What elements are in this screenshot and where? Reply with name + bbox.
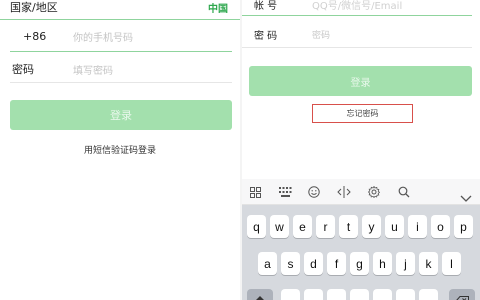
password-input[interactable]: 填写密码 <box>73 62 113 77</box>
password-label-2: 密 码 <box>254 30 278 42</box>
password-underline-2 <box>242 47 472 48</box>
key-y[interactable]: y <box>362 215 381 238</box>
region-value: 中国 <box>208 3 228 15</box>
emoji-icon[interactable] <box>306 184 322 200</box>
password-field-2[interactable]: 密 码 密码 <box>242 24 480 44</box>
key-w[interactable]: w <box>270 215 289 238</box>
key-s[interactable]: s <box>281 252 300 275</box>
key-row3-2[interactable] <box>304 289 323 300</box>
shift-icon <box>255 294 265 300</box>
key-o[interactable]: o <box>431 215 450 238</box>
keyboard-icon[interactable] <box>277 184 293 200</box>
password-label: 密码 <box>12 63 34 76</box>
key-e[interactable]: e <box>293 215 312 238</box>
key-row3-1[interactable] <box>281 289 300 300</box>
key-t[interactable]: t <box>339 215 358 238</box>
login-button[interactable]: 登录 <box>10 100 232 130</box>
collapse-icon[interactable] <box>460 188 472 202</box>
phone-input[interactable]: 你的手机号码 <box>73 29 133 44</box>
key-j[interactable]: j <box>396 252 415 275</box>
sms-login-link[interactable]: 用短信验证码登录 <box>0 143 240 156</box>
key-u[interactable]: u <box>385 215 404 238</box>
region-selector[interactable]: 国家/地区 中国 <box>0 0 240 18</box>
forgot-password-link[interactable]: 忘记密码 <box>312 104 413 123</box>
key-row3-3[interactable] <box>327 289 346 300</box>
password-input-2[interactable]: 密码 <box>312 28 330 41</box>
key-d[interactable]: d <box>304 252 323 275</box>
key-p[interactable]: p <box>454 215 473 238</box>
phone-field[interactable]: +86 你的手机号码 <box>0 25 240 47</box>
backspace-key[interactable] <box>449 289 475 300</box>
key-row3-7[interactable] <box>419 289 438 300</box>
key-row3-4[interactable] <box>350 289 369 300</box>
search-icon[interactable] <box>396 184 412 200</box>
account-login-panel: 帐 号 QQ号/微信号/Email 密 码 密码 登录 忘记密码 q w e r… <box>242 0 480 300</box>
account-label: 帐 号 <box>254 0 278 12</box>
key-h[interactable]: h <box>373 252 392 275</box>
region-divider <box>0 19 240 20</box>
cursor-icon[interactable] <box>336 184 352 200</box>
login-button-2[interactable]: 登录 <box>249 66 472 96</box>
account-underline <box>242 15 472 16</box>
phone-login-panel: 国家/地区 中国 +86 你的手机号码 密码 填写密码 登录 用短信验证码登录 <box>0 0 240 300</box>
keyboard-toolbar <box>242 179 480 205</box>
key-q[interactable]: q <box>247 215 266 238</box>
key-i[interactable]: i <box>408 215 427 238</box>
phone-underline <box>10 51 232 52</box>
gear-icon[interactable] <box>366 184 382 200</box>
key-row3-6[interactable] <box>396 289 415 300</box>
key-row3-5[interactable] <box>373 289 392 300</box>
shift-key[interactable] <box>247 289 273 300</box>
account-input[interactable]: QQ号/微信号/Email <box>312 0 402 12</box>
country-code[interactable]: +86 <box>23 30 46 43</box>
keyboard: q w e r t y u i o p a s d f g h j k l <box>242 179 480 300</box>
password-field[interactable]: 密码 填写密码 <box>0 58 240 80</box>
account-field[interactable]: 帐 号 QQ号/微信号/Email <box>242 0 480 14</box>
key-l[interactable]: l <box>442 252 461 275</box>
key-k[interactable]: k <box>419 252 438 275</box>
key-a[interactable]: a <box>258 252 277 275</box>
region-label: 国家/地区 <box>10 1 58 14</box>
grid-icon[interactable] <box>247 184 263 200</box>
key-r[interactable]: r <box>316 215 335 238</box>
key-f[interactable]: f <box>327 252 346 275</box>
backspace-icon <box>455 294 469 300</box>
key-g[interactable]: g <box>350 252 369 275</box>
password-underline <box>10 82 232 83</box>
